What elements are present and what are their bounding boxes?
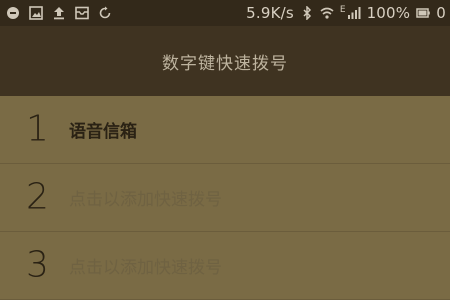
page-title: 数字键快速拨号 [162, 53, 288, 74]
upload-icon [52, 6, 66, 20]
speed-dial-label: 语音信箱 [69, 121, 137, 142]
speed-dial-number: 3 [26, 244, 49, 286]
speed-dial-number: 1 [26, 108, 49, 150]
battery-icon [416, 6, 431, 20]
clock-partial: 0 [436, 4, 446, 22]
app-header: 数字键快速拨号 [0, 26, 450, 96]
speed-dial-label: 点击以添加快速拨号 [69, 189, 222, 210]
speed-dial-row-1[interactable]: 1 语音信箱 [0, 96, 450, 164]
status-bar: 5.9K/s E 100% 0 [0, 0, 450, 26]
bluetooth-icon [300, 6, 314, 20]
speed-dial-label: 点击以添加快速拨号 [69, 257, 222, 278]
wifi-icon [320, 6, 334, 20]
speed-dial-list: 1 语音信箱 2 点击以添加快速拨号 3 点击以添加快速拨号 [0, 96, 450, 300]
signal-indicator: E [340, 6, 361, 20]
battery-percent: 100% [366, 4, 411, 22]
network-type: E [339, 5, 346, 15]
speed-dial-row-2[interactable]: 2 点击以添加快速拨号 [0, 164, 450, 232]
chat-icon [6, 6, 20, 20]
system-status: 5.9K/s E 100% 0 [246, 4, 446, 22]
inbox-icon [75, 6, 89, 20]
speed-dial-row-3[interactable]: 3 点击以添加快速拨号 [0, 232, 450, 300]
signal-icon [347, 6, 361, 20]
notification-icons [6, 6, 112, 20]
sync-icon [98, 6, 112, 20]
image-icon [29, 6, 43, 20]
network-speed: 5.9K/s [246, 4, 294, 22]
speed-dial-number: 2 [26, 176, 49, 218]
